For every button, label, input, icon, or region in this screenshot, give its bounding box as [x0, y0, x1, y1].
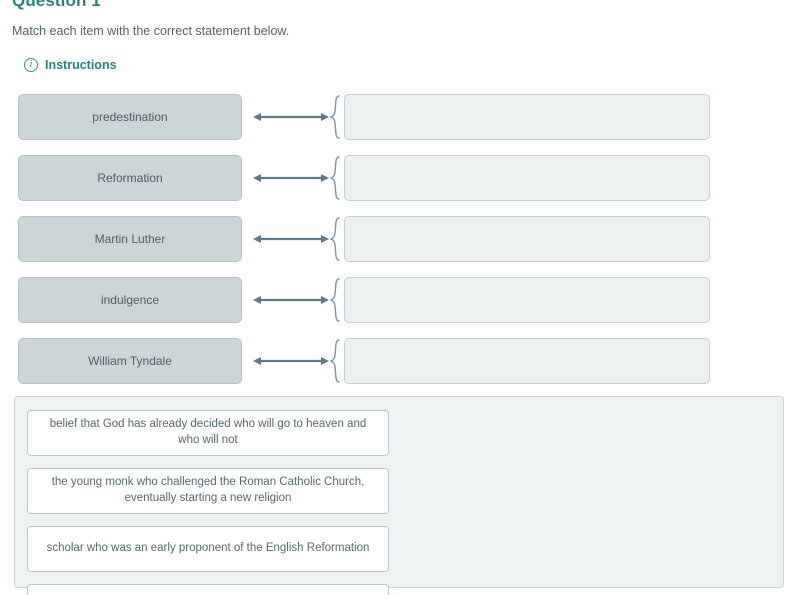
matching-question-page: Question 1 Match each item with the corr…	[0, 0, 800, 595]
curly-brace-icon	[329, 216, 342, 262]
answer-card[interactable]: scholar who was an early proponent of th…	[27, 526, 389, 572]
match-row: William Tyndale	[0, 336, 800, 385]
instructions-toggle[interactable]: i Instructions	[24, 58, 117, 72]
double-arrow-icon	[251, 338, 331, 384]
double-arrow-icon	[251, 216, 331, 262]
term-box-predestination[interactable]: predestination	[18, 93, 242, 140]
page-title: Question 1	[12, 0, 101, 10]
drop-zone-william-tyndale[interactable]	[344, 337, 710, 384]
curly-brace-icon	[329, 338, 342, 384]
curly-brace-icon	[329, 277, 342, 323]
drop-zone-indulgence[interactable]	[344, 276, 710, 323]
match-row: Martin Luther	[0, 214, 800, 263]
answer-card[interactable]: the young monk who challenged the Roman …	[27, 468, 389, 514]
answer-card[interactable]: belief that God has already decided who …	[27, 410, 389, 456]
term-box-indulgence[interactable]: indulgence	[18, 276, 242, 323]
question-prompt: Match each item with the correct stateme…	[12, 24, 290, 38]
double-arrow-icon	[251, 94, 331, 140]
drop-zone-martin-luther[interactable]	[344, 215, 710, 262]
instructions-label: Instructions	[45, 58, 117, 72]
term-box-william-tyndale[interactable]: William Tyndale	[18, 337, 242, 384]
term-box-reformation[interactable]: Reformation	[18, 154, 242, 201]
info-icon: i	[24, 58, 38, 72]
match-row: predestination	[0, 92, 800, 141]
match-row: Reformation	[0, 153, 800, 202]
answer-card[interactable]: certificate that granted pardon for sins	[27, 584, 389, 595]
match-row: indulgence	[0, 275, 800, 324]
curly-brace-icon	[329, 155, 342, 201]
drop-zone-reformation[interactable]	[344, 154, 710, 201]
curly-brace-icon	[329, 94, 342, 140]
term-box-martin-luther[interactable]: Martin Luther	[18, 215, 242, 262]
match-rows-container: predestination Reformation Martin Luther…	[0, 92, 800, 397]
answer-bank: belief that God has already decided who …	[14, 396, 784, 595]
drop-zone-predestination[interactable]	[344, 93, 710, 140]
double-arrow-icon	[251, 277, 331, 323]
double-arrow-icon	[251, 155, 331, 201]
